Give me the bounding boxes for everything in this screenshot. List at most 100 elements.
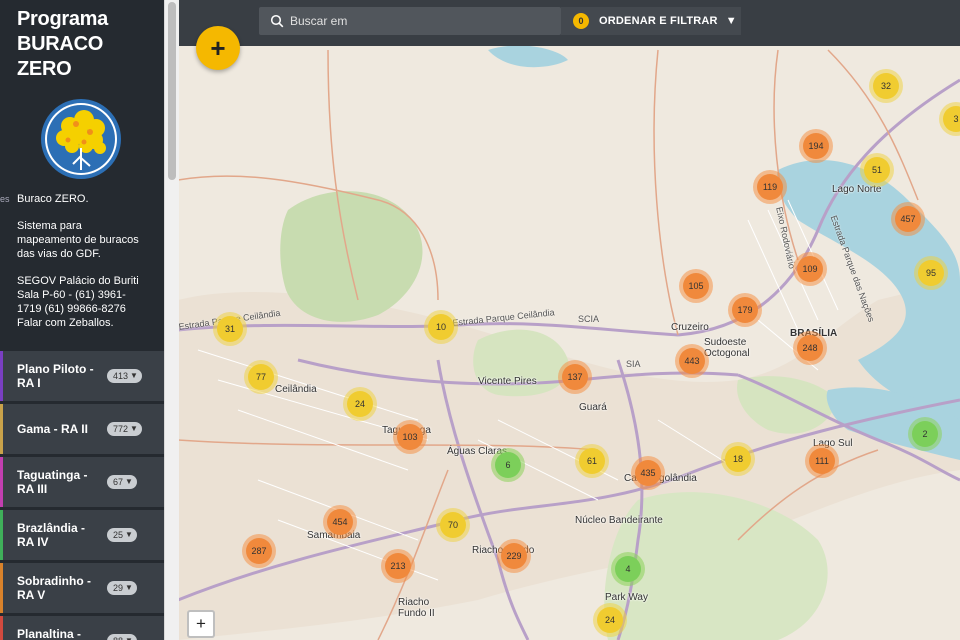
pothole-cluster-marker[interactable]: 77 [244,360,278,394]
map-tiles [178,0,960,640]
region-name: Planaltina - RA VI [17,627,82,640]
chevron-down-icon: ▼ [725,15,737,27]
pothole-cluster-marker[interactable]: 4 [611,552,645,586]
search-box[interactable] [259,7,561,35]
pothole-cluster-marker[interactable]: 229 [497,539,531,573]
pothole-cluster-marker[interactable]: 457 [891,202,925,236]
region-count-badge[interactable]: 413 ▼ [107,369,142,383]
pothole-cluster-marker[interactable]: 6 [491,448,525,482]
cluster-count: 457 [895,206,921,232]
pothole-cluster-marker[interactable]: 443 [675,344,709,378]
pothole-cluster-marker[interactable]: 61 [575,444,609,478]
chevron-down-icon: ▼ [125,583,133,592]
pothole-cluster-marker[interactable]: 111 [805,444,839,478]
region-count-badge[interactable]: 88▼ [107,634,137,640]
pothole-cluster-marker[interactable]: 213 [381,549,415,583]
pothole-cluster-marker[interactable]: 179 [728,293,762,327]
cluster-count: 119 [757,174,783,200]
cluster-count: 18 [725,446,751,472]
search-input[interactable] [288,13,552,29]
pothole-cluster-marker[interactable]: 103 [393,420,427,454]
pothole-cluster-marker[interactable]: 31 [213,312,247,346]
region-count-badge[interactable]: 29 ▼ [107,581,137,595]
cluster-count: 454 [327,509,353,535]
pothole-cluster-marker[interactable]: 24 [343,387,377,421]
cluster-count: 4 [615,556,641,582]
description-line: SEGOV Palácio do Buriti Sala P-60 - (61)… [17,275,139,329]
chevron-down-icon: ▼ [130,371,138,380]
chevron-down-icon: ▼ [130,424,138,433]
cluster-count: 179 [732,297,758,323]
pothole-cluster-marker[interactable]: 51 [860,153,894,187]
sort-filter-button[interactable]: 0 ORDENAR E FILTRAR ▼ [561,7,741,35]
pothole-cluster-marker[interactable]: 18 [721,442,755,476]
cluster-count: 6 [495,452,521,478]
cluster-count: 213 [385,553,411,579]
pothole-cluster-marker[interactable]: 10 [424,310,458,344]
chevron-down-icon: ▼ [125,634,133,640]
pothole-cluster-marker[interactable]: 109 [793,252,827,286]
pothole-cluster-marker[interactable]: 70 [436,508,470,542]
cluster-count: 10 [428,314,454,340]
cluster-count: 31 [217,316,243,342]
place-label: Núcleo Bandeirante [575,515,663,526]
place-label: Guará [579,402,607,413]
region-list: Plano Piloto - RA I 413 ▼ Gama - RA II 772 ▼ T… [0,351,164,640]
map-canvas[interactable] [178,0,960,640]
pothole-cluster-marker[interactable]: 119 [753,170,787,204]
pothole-cluster-marker[interactable]: 32 [869,69,903,103]
search-icon [270,14,284,28]
region-name: Plano Piloto - RA I [17,362,94,390]
cluster-count: 109 [797,256,823,282]
cluster-count: 51 [864,157,890,183]
place-label: Ceilândia [275,384,317,395]
pothole-cluster-marker[interactable]: 2 [908,417,942,451]
region-count-badge[interactable]: 772 ▼ [107,422,142,436]
place-label: Cruzeiro [671,322,709,333]
region-count: 88 [113,634,123,640]
region-count-badge[interactable]: 25 ▼ [107,528,137,542]
zoom-in-button[interactable]: + [187,610,215,638]
place-label: Sudoeste Octogonal [704,337,750,359]
region-count: 772 [113,424,129,434]
chevron-down-icon: ▼ [125,477,133,486]
description-line: Buraco ZERO. [17,193,89,205]
cluster-count: 77 [248,364,274,390]
pothole-cluster-marker[interactable]: 137 [558,360,592,394]
pothole-cluster-marker[interactable]: 24 [593,603,627,637]
sidebar-scrollbar[interactable] [164,0,179,640]
pothole-cluster-marker[interactable]: 287 [242,534,276,568]
region-item[interactable]: Gama - RA II 772 ▼ [0,404,164,454]
region-item[interactable]: Planaltina - RA VI 88▼ [0,616,164,640]
pothole-cluster-marker[interactable]: 105 [679,269,713,303]
chevron-down-icon: ▼ [125,530,133,539]
cluster-count: 95 [918,260,944,286]
region-count-badge[interactable]: 67 ▼ [107,475,137,489]
cluster-count: 248 [797,335,823,361]
cluster-count: 137 [562,364,588,390]
scrollbar-thumb[interactable] [168,2,176,180]
region-count: 25 [113,530,124,540]
pothole-cluster-marker[interactable]: 435 [631,456,665,490]
region-item[interactable]: Plano Piloto - RA I 413 ▼ [0,351,164,401]
add-report-button[interactable]: + [196,26,240,70]
pothole-cluster-marker[interactable]: 95 [914,256,948,290]
region-count: 67 [113,477,124,487]
cluster-count: 3 [943,106,960,132]
cluster-count: 435 [635,460,661,486]
place-label: Vicente Pires [478,376,537,387]
sort-filter-label: ORDENAR E FILTRAR [599,15,718,27]
region-item[interactable]: Taguatinga - RA III 67 ▼ [0,457,164,507]
region-name: Gama - RA II [17,422,88,436]
cluster-count: 2 [912,421,938,447]
cluster-count: 32 [873,73,899,99]
region-name: Sobradinho - RA V [17,574,91,602]
pothole-cluster-marker[interactable]: 454 [323,505,357,539]
region-count: 413 [113,371,129,381]
tree-logo-icon [41,99,121,179]
pothole-cluster-marker[interactable]: 194 [799,129,833,163]
region-item[interactable]: Sobradinho - RA V 29 ▼ [0,563,164,613]
road-label: SIA [626,359,641,369]
pothole-cluster-marker[interactable]: 248 [793,331,827,365]
region-item[interactable]: Brazlândia - RA IV 25 ▼ [0,510,164,560]
